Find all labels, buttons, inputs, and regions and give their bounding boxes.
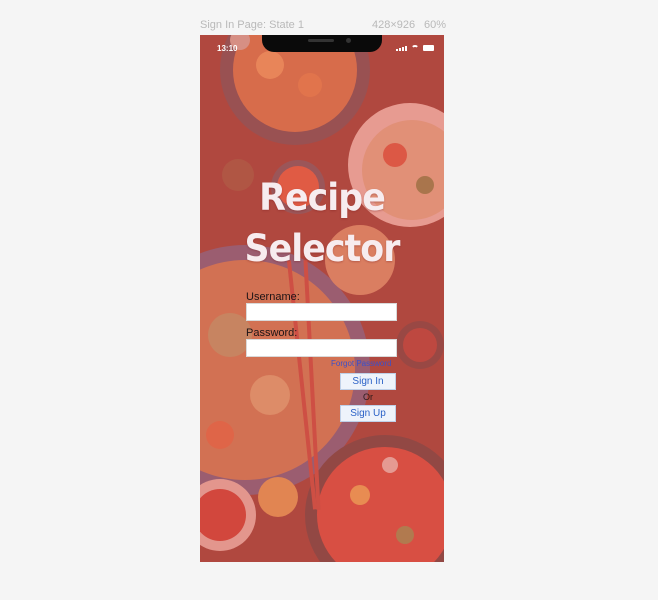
password-input[interactable] (246, 339, 397, 357)
artboard-zoom: 60% (424, 19, 447, 31)
artboard-size: 428×926 (372, 19, 416, 31)
password-label: Password: (246, 327, 298, 339)
artboard-name: Sign In Page: State 1 (200, 19, 304, 31)
app-title-line-2: Selector (244, 227, 401, 270)
username-label: Username: (246, 291, 300, 303)
sign-up-button[interactable]: Sign Up (340, 405, 396, 422)
wifi-icon (411, 45, 419, 51)
red-tint-overlay (200, 35, 444, 562)
sign-in-button[interactable]: Sign In (340, 373, 396, 390)
status-time: 13:10 (217, 44, 238, 53)
battery-icon (423, 45, 434, 51)
status-icons (396, 45, 434, 51)
signal-icon (396, 46, 407, 51)
forgot-password-link[interactable]: Forgot Password (331, 359, 391, 368)
app-title-line-1: Recipe (259, 176, 386, 219)
phone-frame: 13:10 Recipe Selector Username: Password… (200, 35, 444, 562)
phone-notch (262, 35, 382, 52)
or-separator: Or (363, 392, 373, 402)
username-input[interactable] (246, 303, 397, 321)
